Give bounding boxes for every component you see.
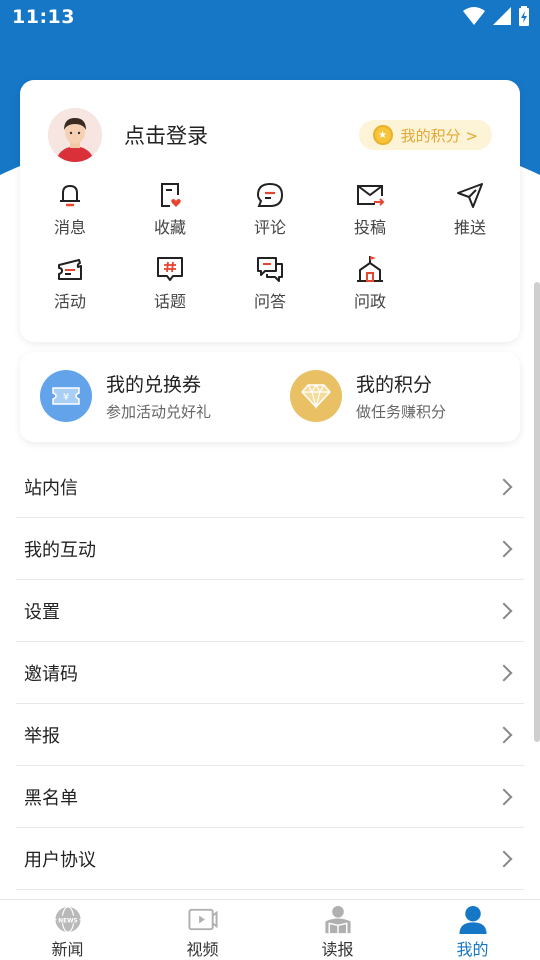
shortcut-row: 活动 话题 问答 问政 xyxy=(20,254,520,328)
shortcut-label: 投稿 xyxy=(353,218,386,237)
menu-item-invite-code[interactable]: 邀请码 xyxy=(16,642,524,704)
scrollbar[interactable] xyxy=(534,282,540,742)
menu-item-report[interactable]: 举报 xyxy=(16,704,524,766)
promo-card: ¥ 我的兑换券 参加活动兑好礼 我的积分 做任务赚积分 xyxy=(20,352,520,442)
svg-text:NEWS: NEWS xyxy=(58,918,77,924)
tab-mine[interactable]: 我的 xyxy=(405,900,540,960)
shortcut-gov-affairs[interactable]: 问政 xyxy=(320,254,420,328)
shortcut-row: 消息 收藏 评论 投稿 推送 xyxy=(20,180,520,254)
menu-item-label: 站内信 xyxy=(24,477,78,499)
menu-item-label: 用户协议 xyxy=(24,849,96,871)
mail-send-icon xyxy=(357,185,385,206)
status-time: 11:13 xyxy=(12,6,75,28)
chevron-right-icon xyxy=(495,602,513,619)
my-points[interactable]: 我的积分 做任务赚积分 xyxy=(290,370,446,422)
tab-label: 我的 xyxy=(456,940,489,959)
chevron-right-icon xyxy=(495,850,513,867)
tab-label: 读报 xyxy=(321,940,354,959)
svg-text:¥: ¥ xyxy=(63,392,69,403)
menu-item-settings[interactable]: 设置 xyxy=(16,580,524,642)
shortcut-label: 推送 xyxy=(453,218,486,237)
shortcut-label: 收藏 xyxy=(153,218,186,237)
shortcut-messages[interactable]: 消息 xyxy=(20,180,120,254)
points-text: 我的积分 做任务赚积分 xyxy=(356,370,446,422)
promo-subtitle: 做任务赚积分 xyxy=(356,403,447,421)
status-icons xyxy=(462,6,530,26)
bell-icon xyxy=(60,184,80,207)
menu-item-user-agreement[interactable]: 用户协议 xyxy=(16,828,524,890)
shortcut-comments[interactable]: 评论 xyxy=(220,180,320,254)
shortcut-push[interactable]: 推送 xyxy=(420,180,520,254)
send-icon xyxy=(457,183,483,208)
shortcut-qa[interactable]: 问答 xyxy=(220,254,320,328)
government-icon xyxy=(357,256,383,282)
shortcut-label: 消息 xyxy=(53,218,86,237)
menu-item-inbox[interactable]: 站内信 xyxy=(16,456,524,518)
my-points-badge-label: 我的积分 > xyxy=(400,126,478,145)
login-link[interactable]: 点击登录 xyxy=(124,120,208,150)
tab-label: 视频 xyxy=(186,940,219,959)
user-icon xyxy=(458,905,487,935)
menu-item-blacklist[interactable]: 黑名单 xyxy=(16,766,524,828)
settings-menu: 站内信 我的互动 设置 邀请码 举报 黑名单 用户协议 xyxy=(16,456,524,890)
shortcut-activities[interactable]: 活动 xyxy=(20,254,120,328)
chevron-right-icon xyxy=(495,664,513,681)
coupon-text: 我的兑换券 参加活动兑好礼 xyxy=(106,370,211,422)
chevron-right-icon xyxy=(495,540,513,557)
shortcut-label: 评论 xyxy=(253,218,286,237)
signal-icon xyxy=(493,7,511,25)
menu-item-label: 邀请码 xyxy=(24,663,78,685)
shortcut-label: 问答 xyxy=(253,292,286,311)
tab-read-paper[interactable]: 读报 xyxy=(270,900,405,960)
shortcut-grid: 消息 收藏 评论 投稿 推送 活动 话题 问答 问政 xyxy=(20,180,520,328)
my-points-badge[interactable]: ★ 我的积分 > xyxy=(358,120,492,150)
menu-item-label: 举报 xyxy=(24,725,60,747)
promo-title: 我的兑换券 xyxy=(106,374,202,396)
chevron-right-icon xyxy=(495,726,513,743)
qa-icon xyxy=(257,257,283,282)
shortcut-label: 问政 xyxy=(353,292,386,311)
profile-card: 点击登录 ★ 我的积分 > 消息 收藏 评论 投稿 推送 活动 话题 问答 问政 xyxy=(20,80,520,342)
status-bar: 11:13 xyxy=(0,0,540,34)
news-globe-icon: NEWS xyxy=(54,906,81,933)
shortcut-favorites[interactable]: 收藏 xyxy=(120,180,220,254)
avatar[interactable] xyxy=(48,108,102,162)
wifi-icon xyxy=(463,7,485,25)
chevron-right-icon xyxy=(495,478,513,495)
favorite-icon xyxy=(161,183,181,207)
chevron-right-icon xyxy=(495,788,513,805)
my-coupons[interactable]: ¥ 我的兑换券 参加活动兑好礼 xyxy=(40,370,211,422)
comment-icon xyxy=(256,182,284,207)
coin-icon: ★ xyxy=(372,125,393,145)
shortcut-label: 话题 xyxy=(153,292,186,311)
tab-news[interactable]: NEWS 新闻 xyxy=(0,900,135,960)
shortcut-label: 活动 xyxy=(53,292,86,311)
coupon-icon: ¥ xyxy=(40,370,92,422)
ticket-icon xyxy=(58,259,82,280)
promo-subtitle: 参加活动兑好礼 xyxy=(106,403,212,421)
menu-item-my-interactions[interactable]: 我的互动 xyxy=(16,518,524,580)
tab-label: 新闻 xyxy=(51,940,84,959)
diamond-icon xyxy=(290,370,342,422)
reading-icon xyxy=(324,905,351,934)
shortcut-submit[interactable]: 投稿 xyxy=(320,180,420,254)
shortcut-topics[interactable]: 话题 xyxy=(120,254,220,328)
hashtag-icon xyxy=(157,257,183,281)
video-icon xyxy=(187,908,218,931)
menu-item-label: 我的互动 xyxy=(24,539,96,561)
menu-item-label: 设置 xyxy=(24,601,60,623)
tab-video[interactable]: 视频 xyxy=(135,900,270,960)
menu-item-label: 黑名单 xyxy=(24,787,78,809)
battery-icon xyxy=(519,6,529,26)
bottom-tab-bar: NEWS 新闻 视频 读报 我的 xyxy=(0,899,540,960)
promo-title: 我的积分 xyxy=(356,374,433,396)
